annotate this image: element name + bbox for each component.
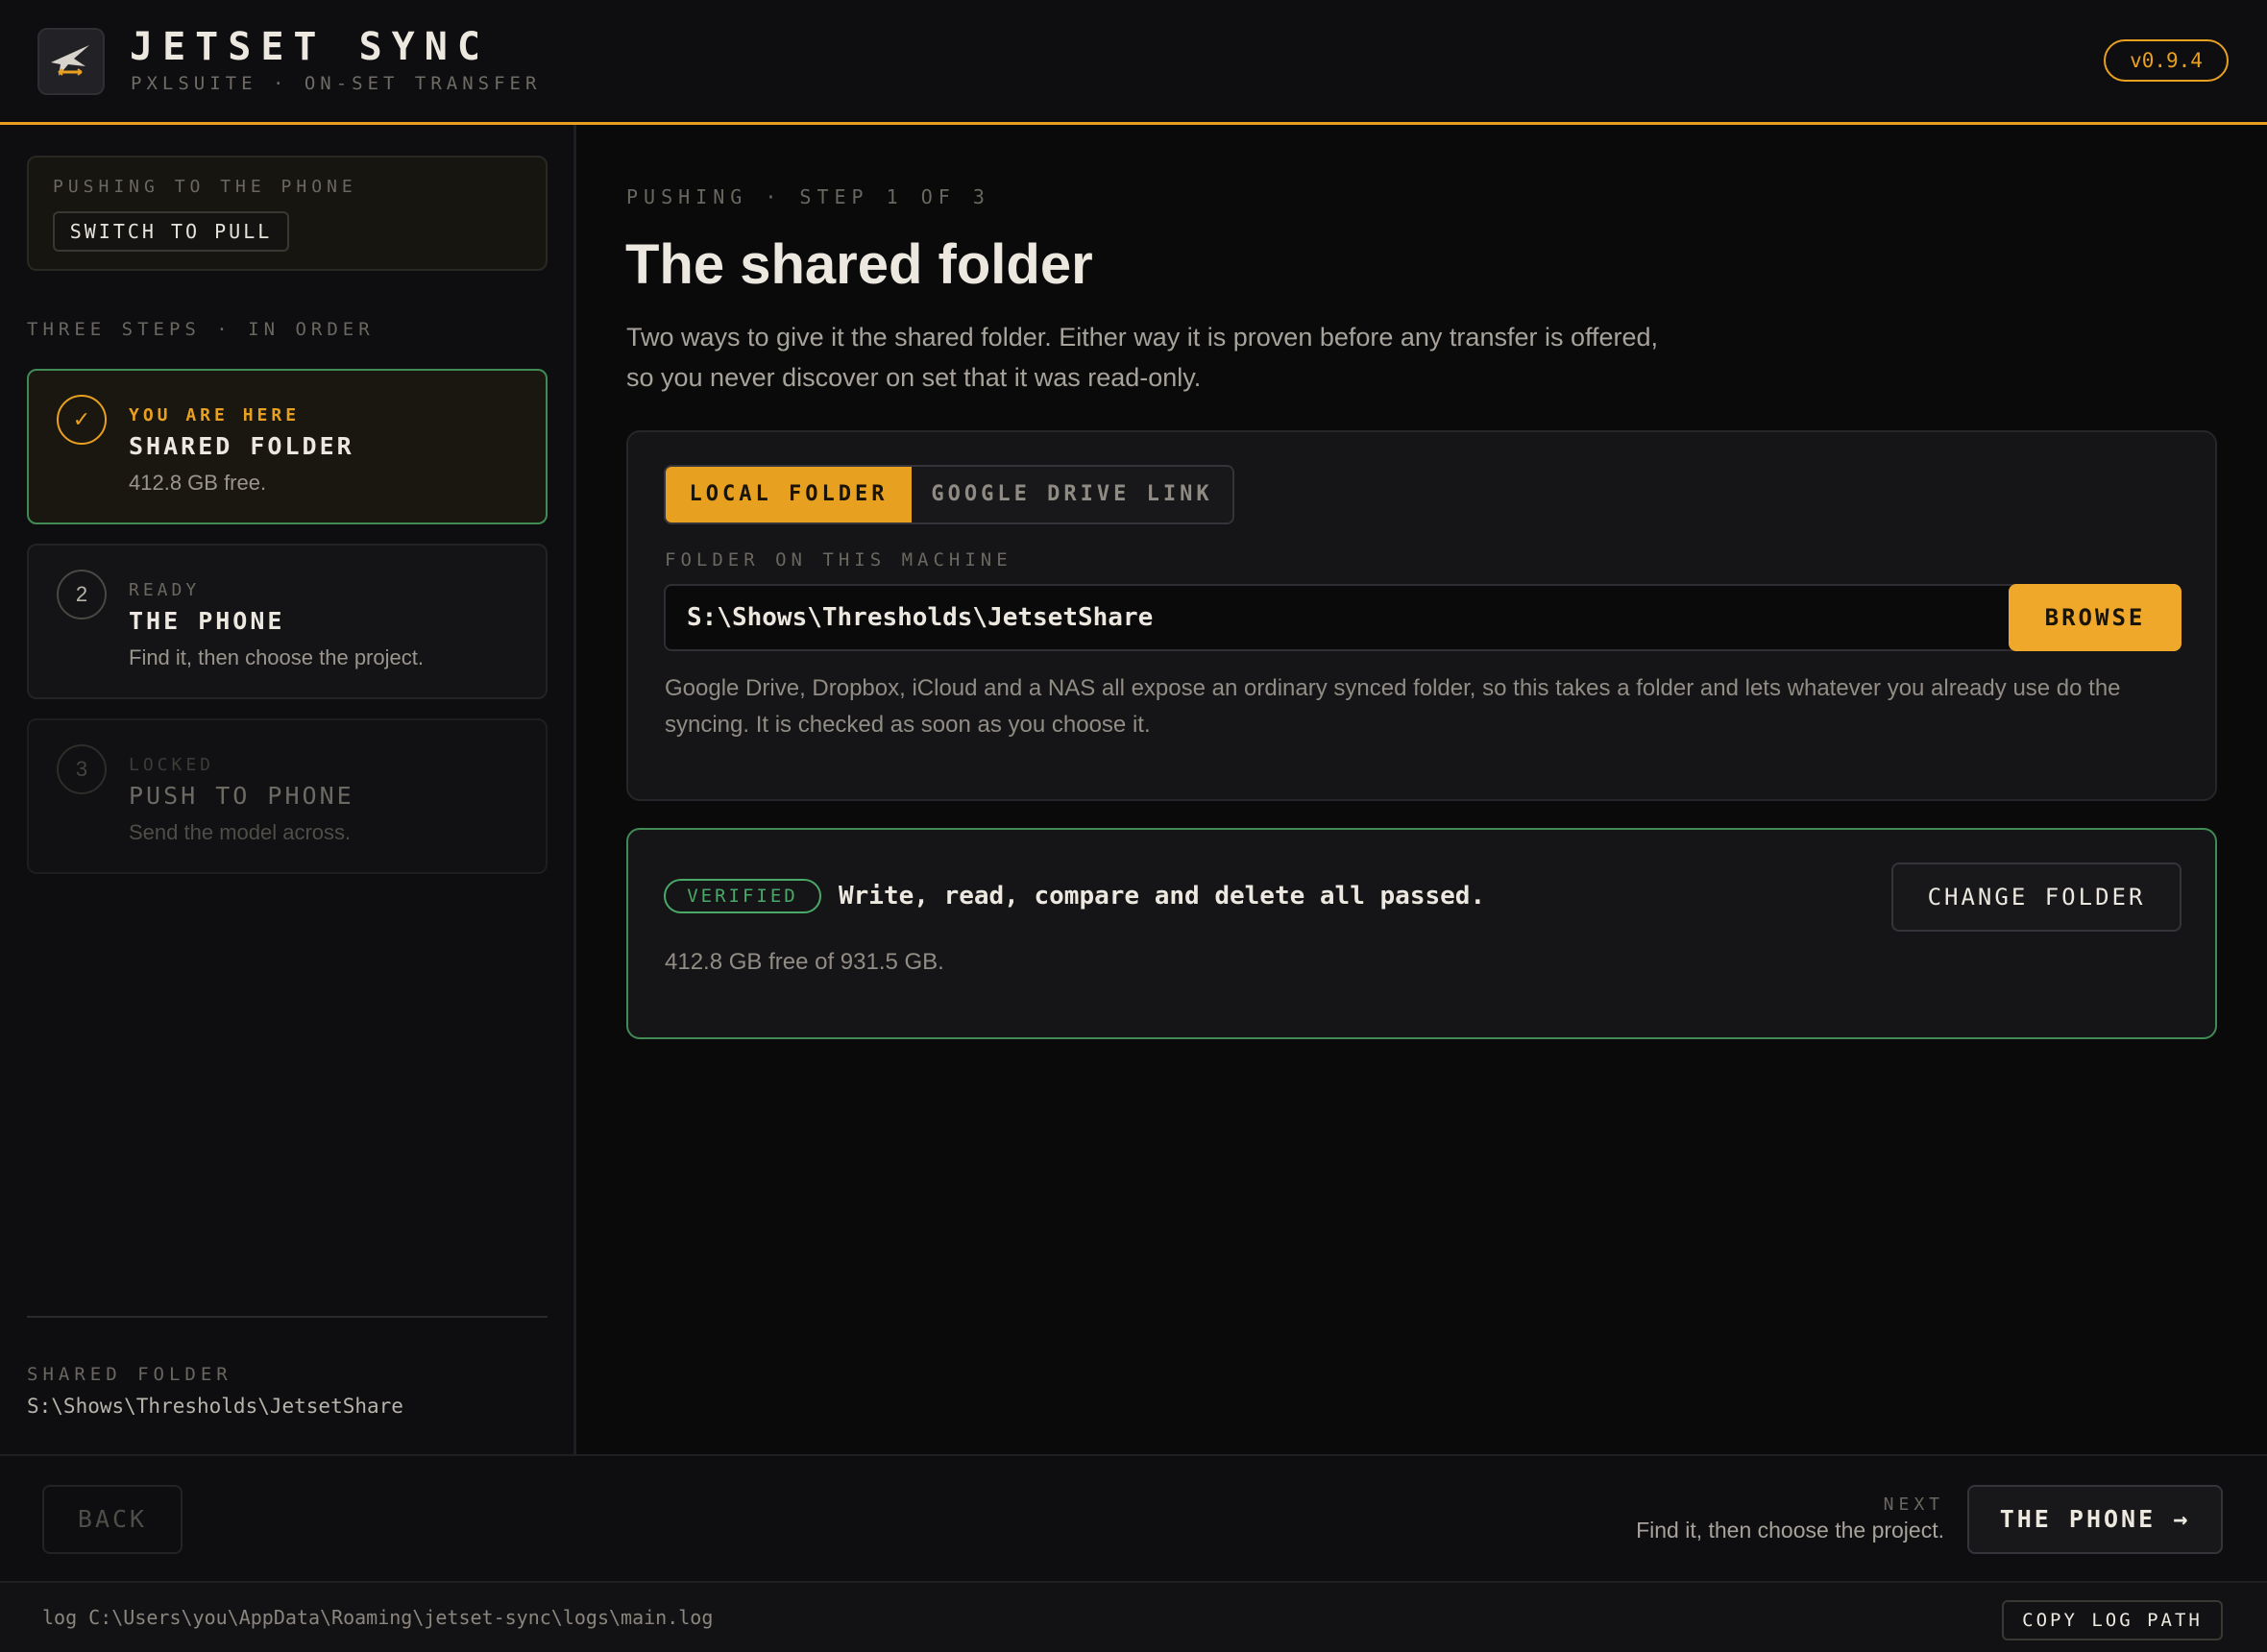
next-description: Find it, then choose the project. xyxy=(1636,1518,1944,1543)
mode-card: PUSHING TO THE PHONE SWITCH TO PULL xyxy=(27,156,548,271)
version-badge: v0.9.4 xyxy=(2104,39,2229,82)
step-push-to-phone: 3 LOCKED PUSH TO PHONE Send the model ac… xyxy=(27,718,548,874)
next-label: NEXT xyxy=(1883,1494,1944,1515)
source-tabs: LOCAL FOLDER GOOGLE DRIVE LINK xyxy=(664,465,1234,524)
verification-message: Write, read, compare and delete all pass… xyxy=(839,882,1486,911)
sidebar-divider xyxy=(27,1316,548,1318)
app-title: JETSET SYNC xyxy=(130,25,490,69)
tab-local-folder[interactable]: LOCAL FOLDER xyxy=(666,467,912,522)
step-the-phone[interactable]: 2 READY THE PHONE Find it, then choose t… xyxy=(27,544,548,699)
step-status: LOCKED xyxy=(129,755,215,775)
next-button[interactable]: THE PHONE → xyxy=(1967,1485,2223,1554)
switch-to-pull-button[interactable]: SWITCH TO PULL xyxy=(53,211,289,252)
free-space-text: 412.8 GB free of 931.5 GB. xyxy=(665,949,944,975)
step-status: READY xyxy=(129,580,201,600)
app-header: JETSET SYNC PXLSUITE · ON-SET TRANSFER v… xyxy=(0,0,2267,125)
step-number: 3 xyxy=(57,744,107,794)
folder-field-label: FOLDER ON THIS MACHINE xyxy=(665,549,1012,571)
step-number: 2 xyxy=(57,570,107,620)
log-path: log C:\Users\you\AppData\Roaming\jetset-… xyxy=(42,1606,714,1629)
folder-path-input[interactable]: S:\Shows\Thresholds\JetsetShare xyxy=(664,584,2028,651)
browse-button[interactable]: BROWSE xyxy=(2009,584,2182,651)
copy-log-path-button[interactable]: COPY LOG PATH xyxy=(2002,1600,2223,1640)
verification-card: VERIFIED Write, read, compare and delete… xyxy=(626,828,2217,1039)
log-bar: log C:\Users\you\AppData\Roaming\jetset-… xyxy=(0,1581,2267,1652)
step-title: SHARED FOLDER xyxy=(129,432,354,460)
steps-heading: THREE STEPS · IN ORDER xyxy=(27,319,375,340)
footer-nav: BACK NEXT Find it, then choose the proje… xyxy=(0,1454,2267,1581)
step-title: PUSH TO PHONE xyxy=(129,782,354,810)
step-status: YOU ARE HERE xyxy=(129,405,301,425)
shared-folder-label: SHARED FOLDER xyxy=(27,1364,232,1385)
page-title: The shared folder xyxy=(625,233,1093,296)
step-eyebrow: PUSHING · STEP 1 OF 3 xyxy=(626,185,990,208)
tab-google-drive-link[interactable]: GOOGLE DRIVE LINK xyxy=(912,467,1232,522)
back-button[interactable]: BACK xyxy=(42,1485,183,1554)
intro-text: Two ways to give it the shared folder. E… xyxy=(626,323,1659,392)
app-subtitle: PXLSUITE · ON-SET TRANSFER xyxy=(131,73,542,94)
step-desc: 412.8 GB free. xyxy=(129,471,267,495)
change-folder-button[interactable]: CHANGE FOLDER xyxy=(1891,862,2182,932)
jet-plane-icon xyxy=(37,28,105,95)
step-shared-folder[interactable]: ✓ YOU ARE HERE SHARED FOLDER 412.8 GB fr… xyxy=(27,369,548,524)
verified-badge: VERIFIED xyxy=(664,879,821,913)
mode-label: PUSHING TO THE PHONE xyxy=(53,177,357,197)
step-title: THE PHONE xyxy=(129,607,285,635)
folder-source-card: LOCAL FOLDER GOOGLE DRIVE LINK FOLDER ON… xyxy=(626,430,2217,801)
step-desc: Find it, then choose the project. xyxy=(129,645,424,669)
check-icon: ✓ xyxy=(57,395,107,445)
sync-note: Google Drive, Dropbox, iCloud and a NAS … xyxy=(665,675,2121,738)
step-desc: Send the model across. xyxy=(129,820,352,844)
shared-folder-path: S:\Shows\Thresholds\JetsetShare xyxy=(27,1395,403,1418)
sidebar: PUSHING TO THE PHONE SWITCH TO PULL THRE… xyxy=(0,125,576,1454)
